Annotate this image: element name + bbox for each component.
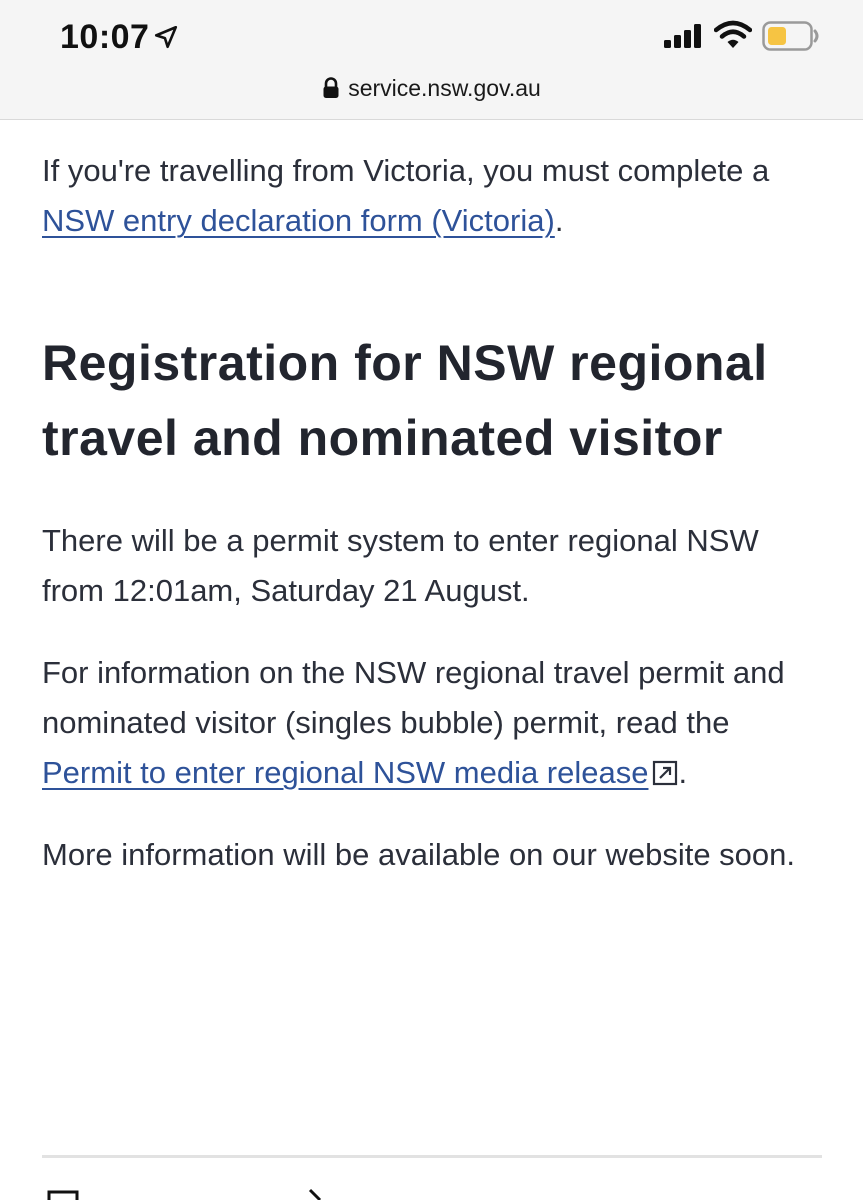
- cellular-signal-icon: [664, 24, 701, 48]
- victoria-entry-paragraph: If you're travelling from Victoria, you …: [42, 146, 822, 246]
- more-info-paragraph: More information will be available on ou…: [42, 837, 796, 872]
- permit-system-paragraph: There will be a permit system to enter r…: [42, 523, 759, 608]
- nsw-entry-declaration-link[interactable]: NSW entry declaration form (Victoria): [42, 203, 555, 238]
- wifi-icon: [714, 20, 752, 48]
- permit-info-paragraph: For information on the NSW regional trav…: [42, 648, 822, 798]
- url-text: service.nsw.gov.au: [348, 74, 541, 101]
- share-icon[interactable]: [46, 1188, 80, 1200]
- victoria-entry-text: If you're travelling from Victoria, you …: [42, 153, 770, 188]
- victoria-entry-period: .: [554, 203, 564, 238]
- battery-low-icon: [762, 21, 819, 51]
- page-content: If you're travelling from Victoria, you …: [42, 146, 822, 880]
- page-heading: Registration for NSW regional travel and…: [42, 335, 768, 466]
- permit-info-text: For information on the NSW regional trav…: [42, 655, 785, 740]
- chevron-right-icon[interactable]: [300, 1186, 330, 1200]
- status-time: 10:07: [60, 18, 150, 56]
- location-arrow-icon: [154, 25, 178, 49]
- address-bar[interactable]: service.nsw.gov.au: [0, 68, 863, 108]
- external-link-icon[interactable]: [652, 760, 678, 786]
- browser-chrome: 10:07 service.nsw.gov.au: [0, 0, 863, 120]
- lock-icon: [323, 77, 339, 98]
- permit-info-period: .: [678, 755, 688, 790]
- media-release-link[interactable]: Permit to enter regional NSW media relea…: [42, 755, 648, 790]
- section-divider: [42, 1155, 822, 1158]
